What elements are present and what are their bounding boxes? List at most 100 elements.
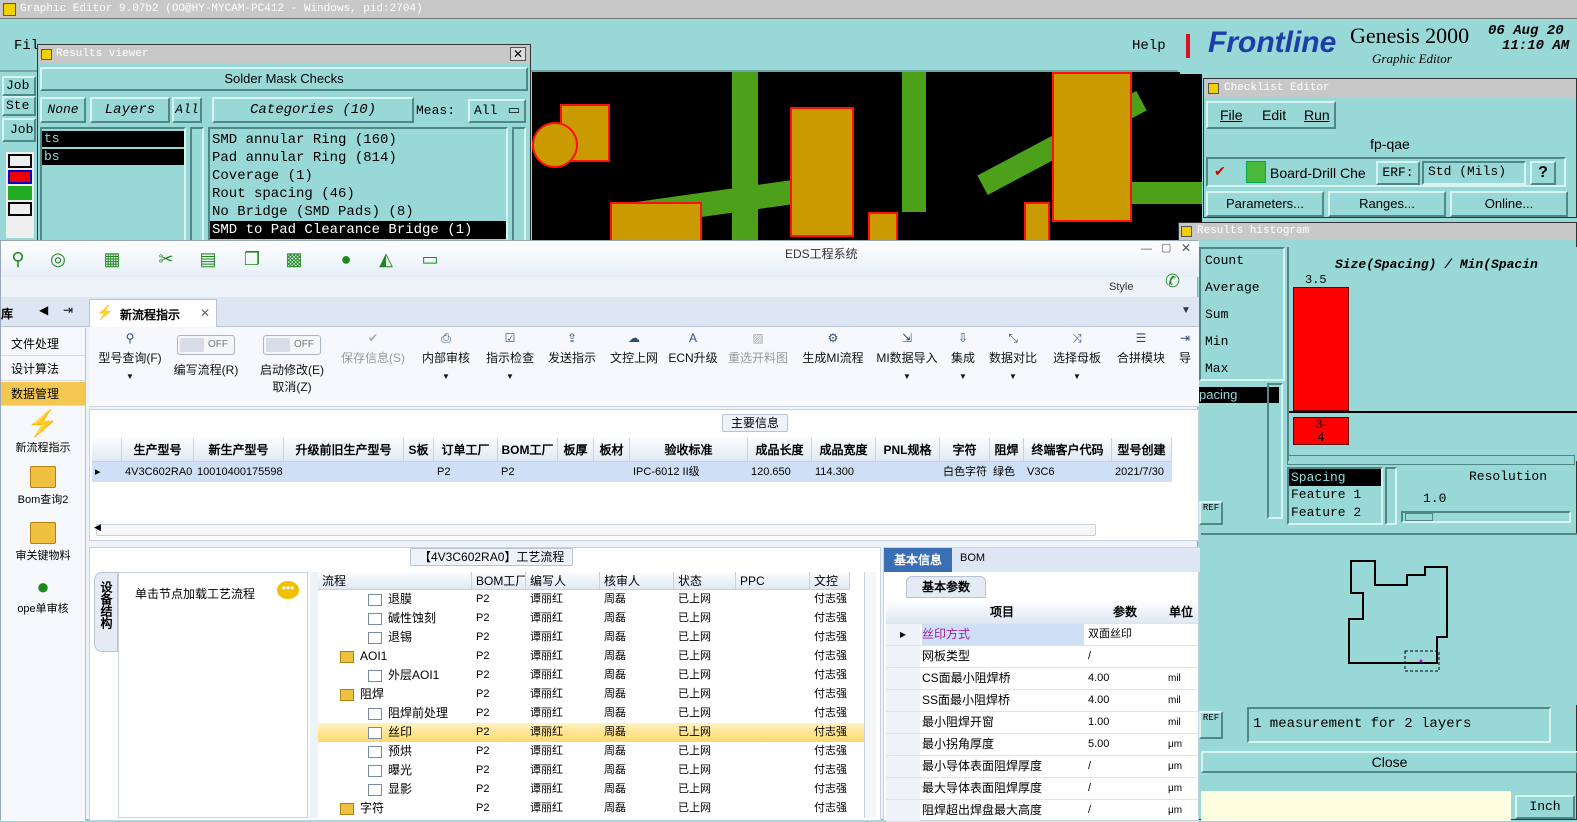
grid-cell[interactable] xyxy=(558,462,594,482)
ref-button[interactable]: REF xyxy=(1199,501,1223,525)
grid-cell[interactable]: 4V3C602RA0 xyxy=(122,462,194,482)
ecn-button[interactable]: A ECN升级 xyxy=(665,331,721,366)
feature-list[interactable]: Spacing Feature 1 Feature 2 xyxy=(1287,467,1383,525)
grid-cell[interactable] xyxy=(876,462,940,482)
prop-column-header[interactable]: 参数 xyxy=(1086,602,1164,623)
layers-button[interactable]: Layers xyxy=(90,97,170,123)
column-header[interactable]: 型号创建 xyxy=(1112,438,1172,462)
minimize-icon[interactable]: — xyxy=(1141,243,1152,255)
user-icon[interactable]: ● xyxy=(335,249,357,269)
row-indicator[interactable]: ▸ xyxy=(92,462,122,482)
layer-item[interactable]: ts xyxy=(42,131,184,147)
tab-new-flow[interactable]: ⚡ 新流程指示 ✕ xyxy=(89,299,217,327)
edit-flow-toggle[interactable]: OFF 编写流程(R) xyxy=(171,335,241,378)
help-button[interactable]: ? xyxy=(1530,161,1556,185)
export-button[interactable]: ⇥ 导 xyxy=(1175,331,1195,366)
prop-value[interactable]: 4.00 xyxy=(1088,690,1164,711)
job-tab-1[interactable]: Job xyxy=(2,76,36,96)
search-icon[interactable]: ⚲ xyxy=(7,249,29,269)
basic-params-tab[interactable]: 基本参数 xyxy=(906,576,986,598)
sidebar-item-file[interactable]: 文件处理 xyxy=(1,332,85,356)
column-header[interactable]: 新生产型号 xyxy=(194,438,284,462)
menu-help[interactable]: Help xyxy=(1132,38,1166,54)
layer-list[interactable]: ts bs xyxy=(40,127,186,243)
prop-column-header[interactable]: 单位 xyxy=(1164,602,1198,623)
category-list[interactable]: SMD annular Ring (160) Pad annular Ring … xyxy=(208,127,508,243)
main-grid-hscroll[interactable] xyxy=(96,524,1096,536)
prop-row[interactable]: 阻焊超出焊盘最大高度 / μm xyxy=(886,800,1198,822)
check-mark-icon[interactable]: ✔ xyxy=(1214,163,1226,180)
layer-scrollbar[interactable] xyxy=(190,127,204,243)
grid-cell[interactable]: 10010400175598 xyxy=(194,462,284,482)
process-column-header[interactable]: 编写人 xyxy=(526,572,600,590)
toggle-switch[interactable]: OFF xyxy=(177,335,235,355)
menu-file[interactable]: Fil xyxy=(14,38,39,54)
sidebar-new-flow[interactable]: ⚡ 新流程指示 xyxy=(1,408,85,455)
close-icon[interactable]: ✕ xyxy=(1181,241,1191,255)
prop-value[interactable]: / xyxy=(1088,756,1164,777)
check-button[interactable]: ☑ 指示检查 ▼ xyxy=(479,331,541,381)
process-row[interactable]: 阻焊 P2 谭丽红 周磊 已上网 付志强 xyxy=(318,685,864,704)
device-structure-tab[interactable]: 设备结构 xyxy=(94,572,118,652)
category-item[interactable]: Coverage (1) xyxy=(210,167,506,185)
grid-icon[interactable]: ▩ xyxy=(283,249,305,269)
copy-icon[interactable]: ❐ xyxy=(241,249,263,269)
process-row[interactable]: 退膜 P2 谭丽红 周磊 已上网 付志强 xyxy=(318,590,864,609)
sidebar-item-algo[interactable]: 设计算法 xyxy=(1,357,85,381)
prop-value[interactable]: / xyxy=(1088,778,1164,799)
ref-button-2[interactable]: REF xyxy=(1199,711,1223,739)
arrow-left-icon[interactable]: ◀ xyxy=(39,303,48,317)
grid-cell[interactable] xyxy=(594,462,630,482)
process-column-header[interactable]: PPC xyxy=(736,572,810,590)
grid-cell[interactable] xyxy=(284,462,404,482)
start-edit-toggle[interactable]: OFF 启动修改(E) 取消(Z) xyxy=(257,335,327,395)
process-row[interactable]: 字符 P2 谭丽红 周磊 已上网 付志强 xyxy=(318,799,864,818)
integrate-button[interactable]: ⇩ 集成 ▼ xyxy=(945,331,981,381)
chart-icon[interactable]: ◭ xyxy=(375,249,397,269)
erf-value[interactable]: Std (Mils) xyxy=(1422,161,1526,185)
save-info-button[interactable]: ✔ 保存信息(S) xyxy=(337,331,409,366)
process-row[interactable]: 预烘 P2 谭丽红 周磊 已上网 付志强 xyxy=(318,742,864,761)
sidebar-material[interactable]: 审关键物料 xyxy=(1,522,85,563)
grid-cell[interactable]: P2 xyxy=(434,462,498,482)
column-header[interactable]: 升级前旧生产型号 xyxy=(284,438,404,462)
prop-row[interactable]: SS面最小阻焊桥 4.00 mil xyxy=(886,690,1198,712)
resolution-slider[interactable] xyxy=(1401,511,1571,523)
grid-cell[interactable] xyxy=(404,462,434,482)
process-column-header[interactable]: 核审人 xyxy=(600,572,674,590)
prop-row[interactable]: ▸ 丝印方式 双面丝印 xyxy=(886,624,1198,646)
column-header[interactable]: 成品长度 xyxy=(748,438,812,462)
prop-value[interactable]: 双面丝印 xyxy=(1088,624,1164,645)
stats-scrollbar[interactable] xyxy=(1267,383,1283,519)
column-header[interactable]: 生产型号 xyxy=(122,438,194,462)
meas-select[interactable]: All ▭ xyxy=(468,99,526,123)
grid-cell[interactable]: P2 xyxy=(498,462,558,482)
film-icon[interactable]: ▤ xyxy=(197,249,219,269)
doc-upload-button[interactable]: ☁ 文控上网 xyxy=(603,331,665,366)
grid-cell[interactable]: 2021/7/30 xyxy=(1112,462,1172,482)
sidebar-review[interactable]: ● ope单审核 xyxy=(1,574,85,616)
lifebuoy-icon[interactable]: ◎ xyxy=(47,249,69,269)
feature-scrollbar[interactable] xyxy=(1385,467,1397,525)
process-row-selected[interactable]: 丝印 P2 谭丽红 周磊 已上网 付志强 xyxy=(318,723,864,742)
column-header[interactable]: 板材 xyxy=(594,438,630,462)
prop-row[interactable]: 最小导体表面阻焊厚度 / μm xyxy=(886,756,1198,778)
send-button[interactable]: ⇪ 发送指示 xyxy=(541,331,603,366)
process-vscroll[interactable] xyxy=(864,572,876,818)
phone-icon[interactable]: ✆ xyxy=(1165,271,1180,292)
process-row[interactable]: 外层AOI1 P2 谭丽红 周磊 已上网 付志强 xyxy=(318,666,864,685)
grid-cell[interactable]: IPC-6012 II级 xyxy=(630,462,748,482)
process-column-header[interactable]: 流程 xyxy=(318,572,472,590)
splitter[interactable] xyxy=(310,572,318,818)
category-item-selected[interactable]: SMD to Pad Clearance Bridge (1) xyxy=(210,221,506,239)
sidebar-bom[interactable]: Bom查询2 xyxy=(1,466,85,507)
grid-cell[interactable]: V3C6 xyxy=(1024,462,1112,482)
tab-basic-info[interactable]: 基本信息 xyxy=(884,548,952,572)
grid-cell[interactable]: 120.650 xyxy=(748,462,812,482)
category-scrollbar[interactable] xyxy=(512,127,526,243)
column-header[interactable]: S板 xyxy=(404,438,434,462)
process-row[interactable]: 退锡 P2 谭丽红 周磊 已上网 付志强 xyxy=(318,628,864,647)
category-item[interactable]: Pad annular Ring (814) xyxy=(210,149,506,167)
layer-item[interactable]: bs xyxy=(42,149,184,165)
compare-button[interactable]: ⤡ 数据对比 ▼ xyxy=(987,331,1039,381)
